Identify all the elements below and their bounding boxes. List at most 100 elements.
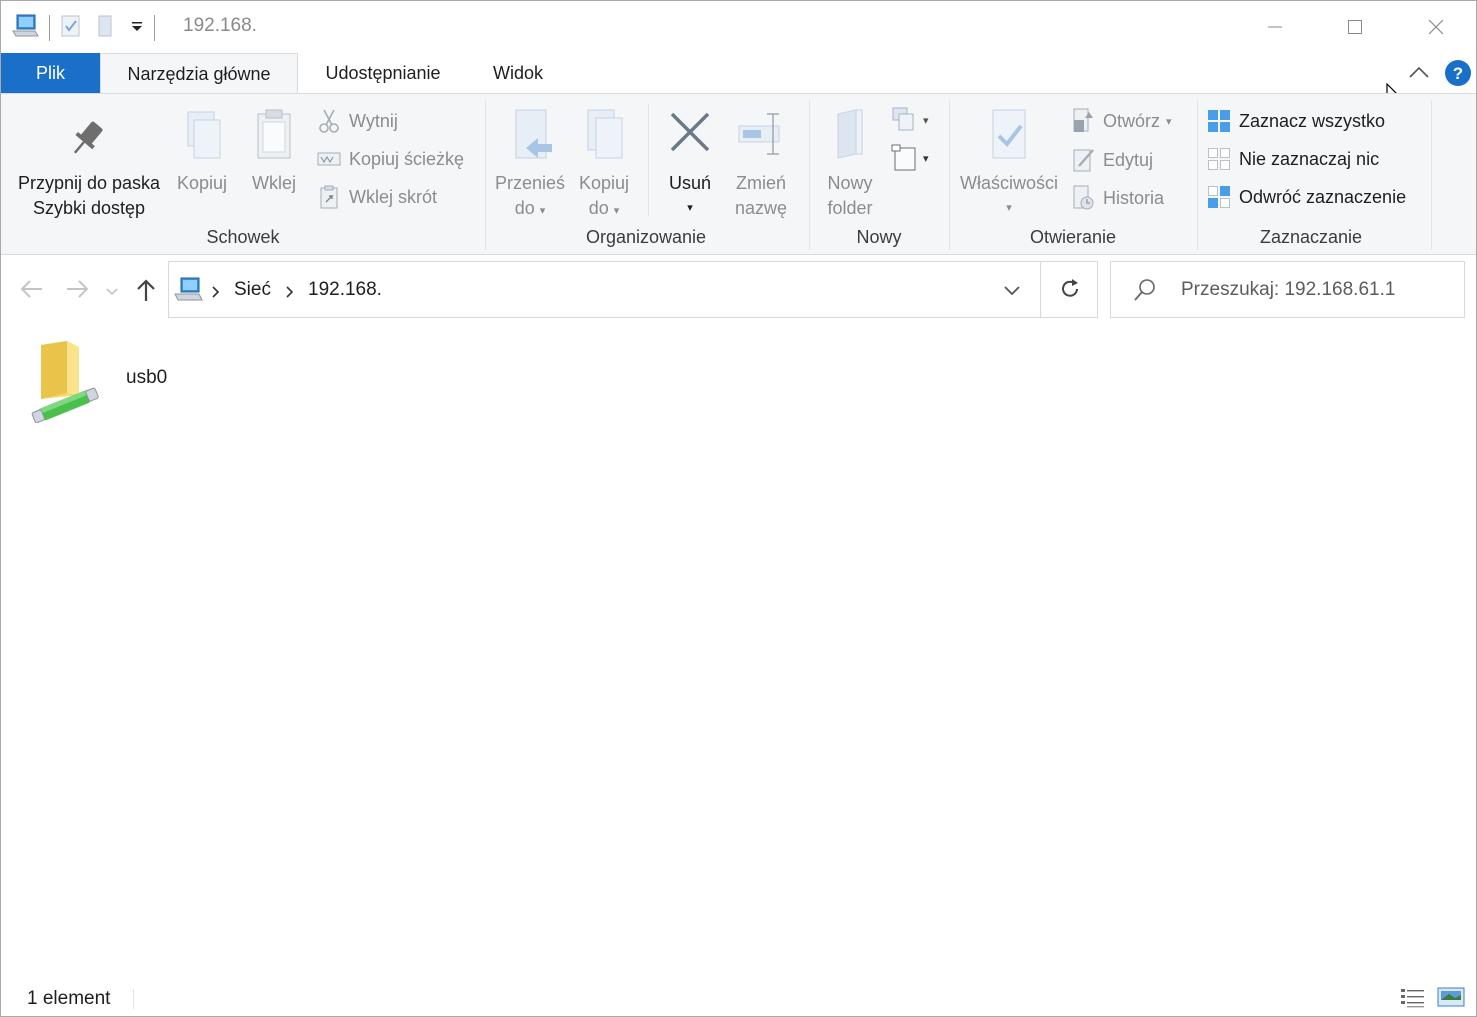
refresh-icon[interactable] (1059, 278, 1081, 305)
select-none-label: Nie zaznaczaj nic (1239, 148, 1380, 169)
move-to-icon (515, 109, 552, 159)
select-all-icon (1208, 110, 1230, 132)
open-label: Otwórz (1103, 110, 1161, 131)
open-icon (1073, 108, 1093, 132)
new-folder-label-line1: Nowy (827, 173, 873, 193)
qat-dropdown-icon[interactable] (130, 19, 144, 37)
tab-home[interactable]: Narzędzia główne (100, 53, 298, 94)
paste-label: Wklej (252, 173, 296, 193)
rename-button[interactable]: Zmień nazwę (725, 108, 797, 221)
computer-icon[interactable] (11, 13, 39, 44)
copy-to-icon (587, 109, 623, 159)
new-folder-icon (837, 109, 863, 159)
breadcrumb-chevron-icon[interactable] (211, 285, 221, 304)
pin-label-line1: Przypnij do paska (17, 173, 161, 193)
invert-selection-icon (1208, 186, 1230, 208)
cut-button[interactable]: Wytnij (317, 106, 398, 136)
ribbon-tabs: Plik Narzędzia główne Udostępnianie Wido… (1, 53, 1476, 110)
copy-button[interactable]: Kopiuj (171, 108, 233, 196)
minimize-button[interactable] (1235, 1, 1315, 53)
group-divider (1197, 100, 1198, 250)
recent-locations-chevron-icon[interactable] (105, 284, 119, 302)
new-item-button[interactable]: ▾ (891, 106, 929, 134)
organize-inner-divider (648, 104, 649, 216)
breadcrumb-network[interactable]: Sieć (234, 279, 271, 301)
properties-button[interactable]: Właściwości ▾ (955, 108, 1063, 221)
edit-label: Edytuj (1103, 149, 1154, 170)
easy-access-dropdown-icon: ▾ (923, 152, 929, 165)
delete-button[interactable]: Usuń ▾ (657, 108, 723, 221)
copy-path-icon (317, 152, 341, 166)
tab-file[interactable]: Plik (1, 53, 100, 93)
status-divider (133, 989, 134, 1009)
group-divider (949, 100, 950, 250)
rename-label-line2: nazwę (734, 198, 788, 218)
pin-quick-access-button[interactable]: Przypnij do paska Szybki dostęp (9, 114, 169, 221)
delete-dropdown-icon: ▾ (687, 202, 693, 214)
open-button[interactable]: Otwórz ▾ (1071, 106, 1172, 136)
copy-label: Kopiuj (176, 173, 228, 193)
address-divider (1040, 262, 1041, 317)
delete-label: Usuń (668, 173, 712, 193)
copy-to-label-line2: do (588, 198, 609, 218)
breadcrumb-chevron-icon[interactable] (285, 285, 295, 304)
up-arrow-icon[interactable] (135, 277, 157, 308)
delete-x-icon (670, 112, 710, 152)
copy-to-label-line1: Kopiuj (578, 173, 630, 193)
address-dropdown-chevron-icon[interactable] (1003, 284, 1021, 302)
large-icons-view-icon[interactable] (1437, 986, 1465, 1015)
search-input[interactable] (1181, 276, 1451, 304)
scissors-icon (319, 109, 339, 133)
new-folder-label-line2: folder (827, 198, 873, 218)
collapse-ribbon-icon[interactable] (1408, 65, 1430, 84)
invert-selection-label: Odwróć zaznaczenie (1239, 186, 1407, 207)
edit-icon (1073, 149, 1094, 172)
ribbon: Przypnij do paska Szybki dostęp Kopiuj W… (1, 93, 1476, 255)
tab-view[interactable]: Widok (468, 53, 568, 93)
breadcrumb-host[interactable]: 192.168. (308, 279, 382, 301)
select-group-label: Zaznaczanie (1259, 227, 1363, 247)
title-bar: 192.168. (1, 1, 1476, 53)
maximize-button[interactable] (1315, 1, 1395, 53)
move-to-button[interactable]: Przenieś do ▾ (491, 108, 569, 224)
navigation-bar: Sieć 192.168. (1, 255, 1476, 325)
group-divider (1431, 100, 1432, 250)
properties-check-icon[interactable] (60, 14, 82, 43)
move-to-label-line2: do (514, 198, 535, 218)
clipboard-group-label: Schowek (206, 227, 280, 247)
cut-label: Wytnij (349, 110, 398, 131)
group-divider (485, 100, 486, 250)
details-view-icon[interactable] (1400, 987, 1426, 1014)
new-folder-button[interactable]: Nowy folder (815, 108, 885, 221)
close-button[interactable] (1396, 1, 1476, 53)
history-button[interactable]: Historia (1071, 183, 1164, 213)
qat-separator-2 (154, 15, 155, 41)
group-divider (809, 100, 810, 250)
quick-access-toolbar (11, 13, 165, 43)
help-icon[interactable]: ? (1444, 59, 1472, 92)
tab-share[interactable]: Udostępnianie (298, 53, 468, 93)
copy-path-label: Kopiuj ścieżkę (349, 148, 465, 169)
select-all-button[interactable]: Zaznacz wszystko (1207, 106, 1385, 136)
search-icon (1133, 278, 1157, 307)
search-box[interactable] (1110, 261, 1465, 318)
list-item[interactable]: usb0 (27, 339, 247, 429)
new-folder-qat-icon[interactable] (96, 14, 116, 43)
paste-shortcut-button[interactable]: Wklej skrót (317, 182, 437, 212)
copy-to-button[interactable]: Kopiuj do ▾ (569, 108, 639, 224)
easy-access-button[interactable]: ▾ (891, 144, 929, 172)
paste-button[interactable]: Wklej (243, 108, 305, 196)
network-computer-icon (173, 276, 203, 309)
rename-label-line1: Zmień (735, 173, 786, 193)
back-arrow-icon[interactable] (19, 279, 45, 304)
forward-arrow-icon[interactable] (64, 279, 90, 304)
paste-shortcut-label: Wklej skrót (349, 186, 438, 207)
history-icon (1073, 185, 1094, 210)
qat-separator (49, 15, 50, 41)
copy-path-button[interactable]: Kopiuj ścieżkę (317, 144, 464, 174)
open-group-label: Otwieranie (1029, 227, 1117, 247)
select-none-button[interactable]: Nie zaznaczaj nic (1207, 144, 1379, 174)
address-bar[interactable]: Sieć 192.168. (168, 261, 1098, 318)
invert-selection-button[interactable]: Odwróć zaznaczenie (1207, 182, 1406, 212)
edit-button[interactable]: Edytuj (1071, 145, 1153, 175)
